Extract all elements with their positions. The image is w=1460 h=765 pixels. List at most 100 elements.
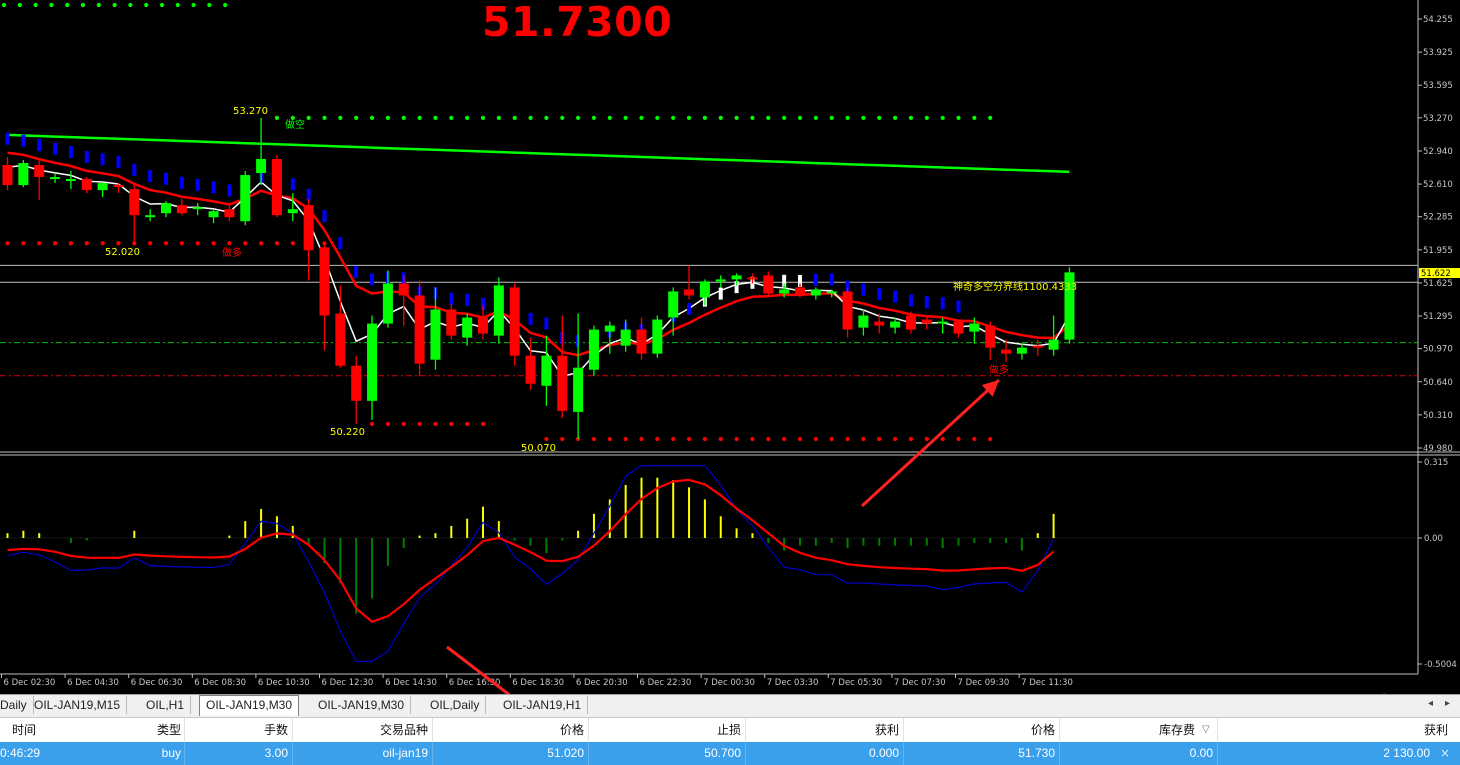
candle-body: [2, 165, 13, 186]
tab-oil-jan19-h1[interactable]: OIL-JAN19,H1: [497, 696, 589, 714]
trend-bar: [465, 293, 470, 306]
time-tick-label: 7 Dec 07:30: [894, 678, 946, 688]
upper-stop-dot: [924, 115, 929, 120]
upper-stop-dot: [369, 115, 375, 120]
lower-stop-dot: [655, 436, 660, 442]
top-stop-dot: [1, 2, 7, 8]
upper-stop-dot: [449, 115, 454, 120]
tab-oil-daily[interactable]: OIL,Daily: [424, 696, 487, 714]
time-tick-label: 7 Dec 09:30: [958, 678, 1010, 688]
price-tick-label: 50.310: [1423, 411, 1453, 421]
candle-body: [161, 203, 171, 214]
col-type[interactable]: 类型: [0, 718, 185, 742]
lower-stop-dot: [52, 241, 58, 246]
lower-stop-dot: [5, 241, 10, 246]
col-open-price[interactable]: 价格: [433, 718, 589, 742]
scroll-right-icon[interactable]: ▸: [1445, 698, 1450, 709]
lower-stop-dot: [797, 436, 803, 442]
col-profit[interactable]: 获利: [1218, 718, 1452, 742]
trend-bar: [306, 188, 311, 201]
top-stop-dot: [223, 2, 228, 8]
trend-bar: [449, 292, 454, 305]
upper-stop-dot: [797, 115, 803, 120]
candle-body: [192, 207, 203, 210]
candle-body: [636, 329, 647, 354]
candle-body: [858, 315, 869, 328]
low-label-1: 52.020: [105, 247, 140, 258]
candle-body: [224, 209, 235, 218]
trend-bar: [338, 237, 343, 250]
time-tick-label: 7 Dec 03:30: [767, 678, 819, 688]
top-stop-dot: [191, 2, 196, 8]
trend-bar: [829, 273, 834, 286]
candle-body: [921, 319, 932, 324]
candle-body: [1001, 349, 1012, 354]
time-tick-label: 6 Dec 10:30: [258, 678, 310, 688]
trend-bar: [227, 184, 232, 197]
lower-stop-dot: [813, 436, 818, 442]
lower-stop-dot: [560, 436, 565, 442]
col-current-price[interactable]: 价格: [904, 718, 1060, 742]
top-stop-dot: [207, 2, 212, 8]
col-lots[interactable]: 手数: [185, 718, 293, 742]
time-tick-label: 7 Dec 00:30: [703, 678, 755, 688]
sort-icon[interactable]: ▽: [1202, 718, 1216, 742]
lower-stop-dot: [591, 436, 597, 442]
upper-stop-dot: [845, 115, 850, 120]
upper-stop-dot: [354, 115, 359, 120]
lower-stop-dot: [766, 436, 771, 442]
price-tick-label: 52.610: [1423, 180, 1453, 190]
candle-body: [795, 287, 805, 296]
trend-bar: [370, 273, 375, 286]
upper-stop-dot: [576, 115, 581, 120]
trend-bar: [164, 172, 168, 185]
upper-stop-dot: [306, 115, 311, 120]
col-take-profit[interactable]: 获利: [746, 718, 904, 742]
candle-body: [50, 177, 61, 180]
lower-stop-dot: [861, 436, 866, 442]
lower-stop-dot: [163, 241, 169, 246]
lower-stop-dot: [84, 241, 89, 246]
candle-body: [240, 175, 251, 222]
tab-oil-jan19-m15[interactable]: OIL-JAN19,M15: [28, 696, 128, 714]
trend-bar: [132, 163, 137, 176]
trend-bar: [290, 178, 295, 191]
lower-stop-dot: [750, 436, 755, 442]
trend-bar: [100, 153, 105, 166]
tab-oil-h1[interactable]: OIL,H1: [140, 696, 192, 714]
lower-stop-dot: [623, 436, 628, 442]
tab-oil-jan19-m30-active[interactable]: OIL-JAN19,M30: [199, 695, 300, 716]
candle-body: [1048, 339, 1059, 350]
lower-stop-dot: [480, 421, 486, 427]
short-signal-label: 做空: [285, 118, 305, 131]
trend-bar: [21, 134, 26, 147]
trend-bar: [924, 296, 929, 309]
trend-bar: [908, 294, 913, 307]
table-row[interactable]: 0:46:29 buy 3.00 oil-jan19 51.020 50.700…: [0, 742, 1460, 765]
upper-stop-dot: [734, 115, 739, 120]
lower-stop-dot: [734, 436, 739, 442]
upper-stop-dot: [702, 115, 708, 120]
price-chart[interactable]: 54.255 53.925 53.595 53.270 52.940 52.610 52.2…: [0, 0, 1460, 694]
candle-body: [652, 319, 663, 354]
col-symbol[interactable]: 交易品种: [293, 718, 433, 742]
col-swap[interactable]: 库存费: [1060, 718, 1218, 742]
top-stop-dot: [49, 2, 54, 8]
close-order-icon[interactable]: ×: [1440, 742, 1450, 765]
tab-oil-jan19-m30[interactable]: OIL-JAN19,M30: [312, 696, 412, 714]
time-tick-label: 6 Dec 14:30: [385, 678, 437, 688]
tab-scroll: ◂ ▸: [1416, 698, 1450, 709]
trend-bar: [84, 150, 89, 163]
time-tick-label: 6 Dec 02:30: [4, 678, 56, 688]
candle-body: [763, 275, 774, 294]
lower-stop-dot: [148, 241, 153, 246]
trend-bar: [893, 290, 898, 303]
top-stop-dot: [112, 2, 117, 8]
upper-stop-dot: [607, 115, 612, 120]
col-stop-loss[interactable]: 止损: [589, 718, 746, 742]
scroll-left-icon[interactable]: ◂: [1428, 698, 1433, 709]
top-stop-dot: [80, 2, 86, 8]
lower-stop-dot: [924, 436, 929, 442]
lower-stop-dot: [686, 436, 692, 442]
lower-stop-dot: [179, 241, 184, 246]
